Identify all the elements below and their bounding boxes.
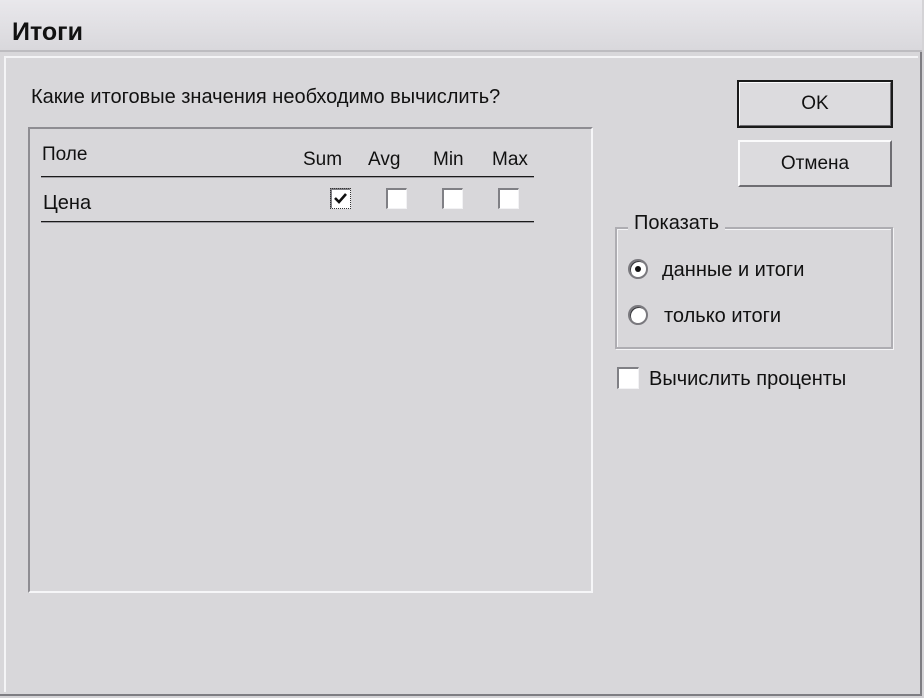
checkmark-icon <box>334 193 347 204</box>
window-title: Итоги <box>12 18 83 46</box>
column-header-avg: Avg <box>368 149 401 170</box>
min-checkbox[interactable] <box>442 188 463 209</box>
field-name-cell: Цена <box>43 192 92 214</box>
title-bar[interactable]: Итоги <box>0 0 922 52</box>
column-header-min: Min <box>433 149 464 170</box>
totals-only-label[interactable]: только итоги <box>664 305 781 328</box>
cancel-button[interactable]: Отмена <box>738 140 892 187</box>
totals-only-radio[interactable] <box>628 305 648 325</box>
row-divider <box>41 221 534 223</box>
header-divider <box>41 176 534 178</box>
data-and-totals-label[interactable]: данные и итоги <box>662 259 804 282</box>
calculate-percent-label[interactable]: Вычислить проценты <box>649 368 846 391</box>
ok-button[interactable]: OK <box>737 80 893 128</box>
show-groupbox <box>615 227 893 349</box>
column-header-field: Поле <box>42 144 88 165</box>
avg-checkbox[interactable] <box>386 188 407 209</box>
column-header-sum: Sum <box>303 149 343 170</box>
calculate-percent-checkbox[interactable] <box>617 367 639 389</box>
max-checkbox[interactable] <box>498 188 519 209</box>
sum-checkbox[interactable] <box>330 188 351 209</box>
show-group-legend: Показать <box>628 212 726 235</box>
radio-selected-dot-icon <box>635 266 641 272</box>
data-and-totals-radio[interactable] <box>628 259 648 279</box>
column-header-max: Max <box>492 149 528 170</box>
prompt-label: Какие итоговые значения необходимо вычис… <box>31 86 501 108</box>
